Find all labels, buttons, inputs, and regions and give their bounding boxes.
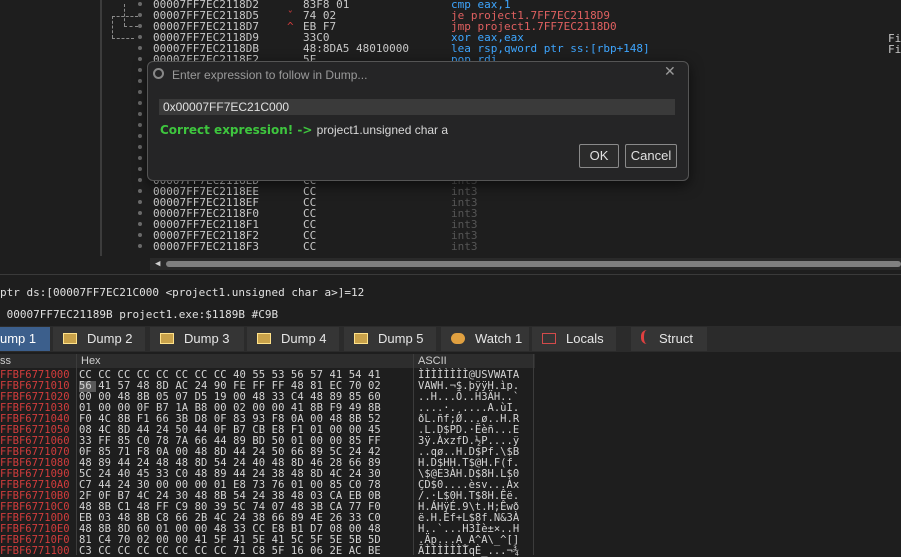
- follow-in-dump-dialog: Enter expression to follow in Dump... ✕ …: [147, 61, 689, 181]
- expression-input[interactable]: [159, 99, 675, 115]
- dialog-title: Enter expression to follow in Dump...: [172, 68, 368, 82]
- expression-status: Correct expression! -> project1.unsigned…: [160, 123, 448, 137]
- ok-button[interactable]: OK: [579, 144, 619, 168]
- status-ok-text: Correct expression! ->: [160, 123, 317, 137]
- cancel-button[interactable]: Cancel: [625, 144, 677, 168]
- dialog-overlay: Enter expression to follow in Dump... ✕ …: [0, 0, 901, 555]
- status-result-text: project1.unsigned char a: [316, 123, 449, 137]
- app-icon: [153, 68, 164, 79]
- close-icon[interactable]: ✕: [664, 64, 676, 80]
